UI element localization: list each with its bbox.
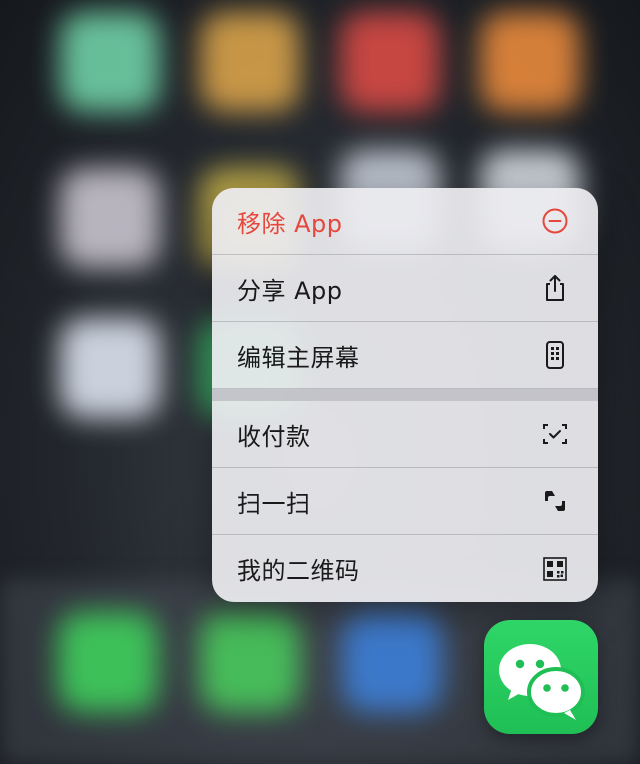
receive-payment-button[interactable]: 收付款 — [212, 401, 598, 468]
menu-item-label: 我的二维码 — [237, 557, 360, 585]
blurred-app-icon — [60, 12, 160, 112]
menu-item-label: 移除 App — [237, 209, 343, 238]
blurred-app-icon — [480, 12, 580, 112]
blurred-app-icon — [60, 168, 160, 268]
context-menu: 移除 App 分享 App 编辑主屏幕 收付款 扫一扫 我的二维码 — [212, 188, 598, 602]
edit-home-screen-button[interactable]: 编辑主屏幕 — [212, 322, 598, 389]
minus-circle-icon — [540, 206, 570, 236]
blurred-dock-icon — [58, 612, 158, 712]
wechat-icon — [499, 644, 585, 720]
share-app-button[interactable]: 分享 App — [212, 255, 598, 322]
blurred-dock-icon — [342, 612, 442, 712]
blurred-app-icon — [340, 12, 440, 112]
menu-item-label: 扫一扫 — [237, 489, 311, 518]
remove-app-button[interactable]: 移除 App — [212, 188, 598, 255]
menu-item-label: 编辑主屏幕 — [237, 343, 360, 372]
blurred-app-icon — [60, 318, 160, 418]
scan-icon — [540, 486, 570, 516]
my-qr-code-button[interactable]: 我的二维码 — [212, 535, 598, 602]
qr-code-icon — [540, 554, 570, 584]
scan-button[interactable]: 扫一扫 — [212, 468, 598, 535]
menu-item-label: 收付款 — [237, 422, 311, 451]
blurred-app-icon — [200, 12, 300, 112]
menu-item-label: 分享 App — [237, 276, 343, 305]
blurred-dock-icon — [200, 612, 300, 712]
share-icon — [540, 273, 570, 303]
phone-edit-icon — [540, 340, 570, 370]
scan-check-icon — [540, 419, 570, 449]
wechat-app-icon[interactable] — [484, 620, 598, 734]
menu-section-divider — [212, 389, 598, 401]
